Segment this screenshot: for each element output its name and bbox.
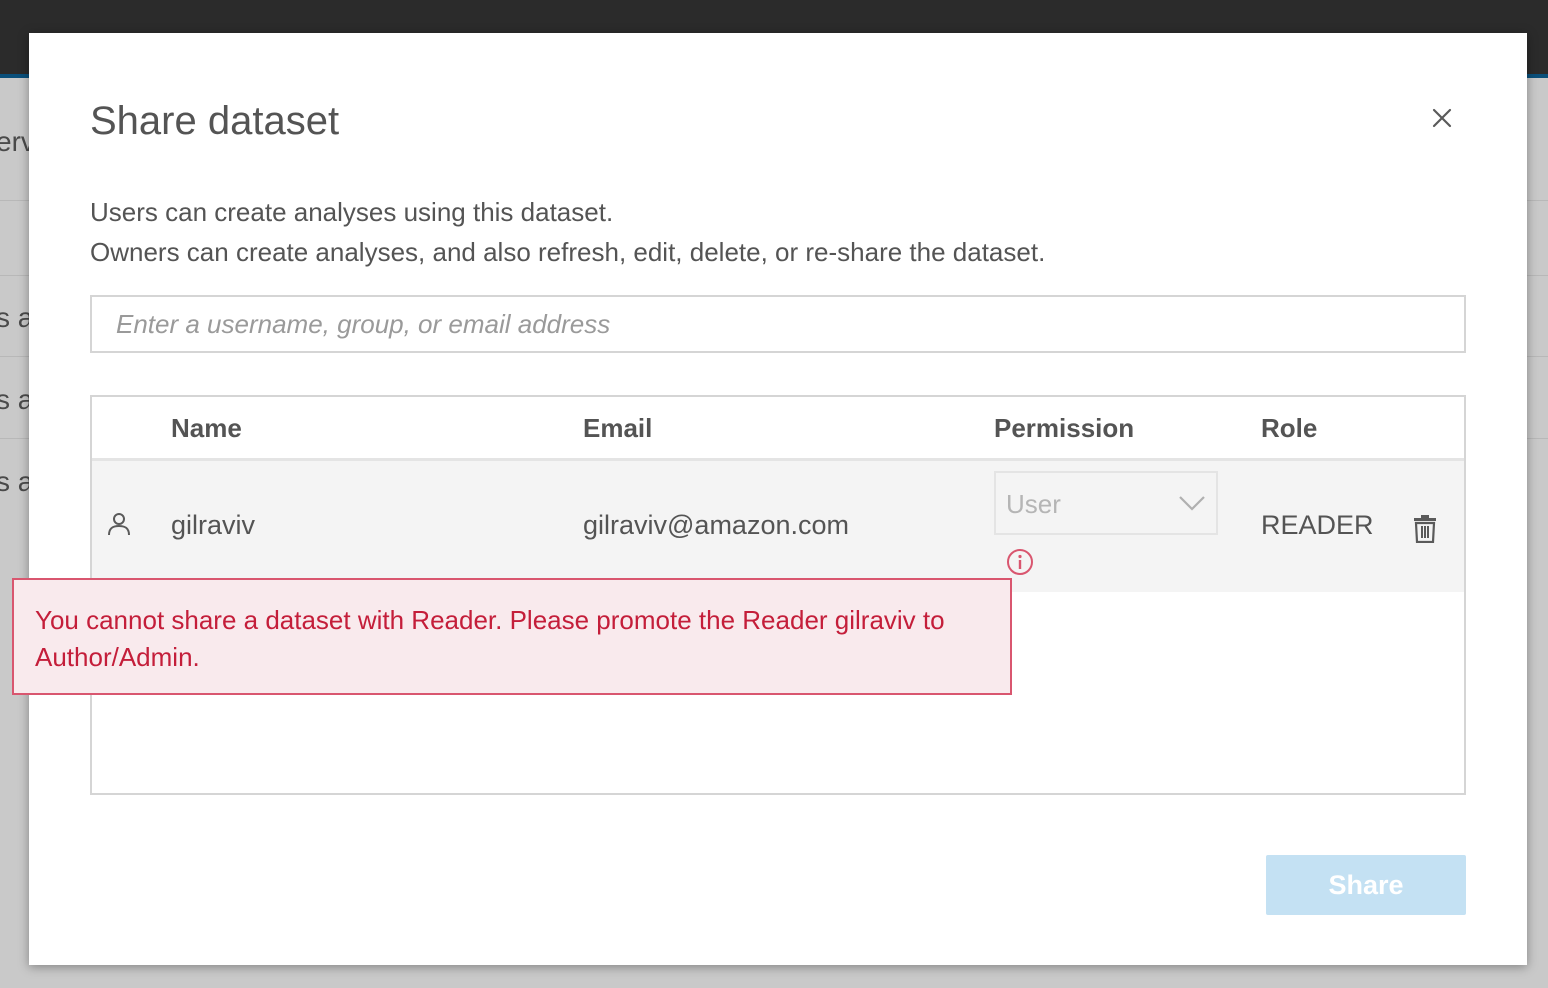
row-role: READER: [1261, 510, 1374, 540]
dialog-description-line: Owners can create analyses, and also ref…: [90, 237, 1046, 267]
trash-icon[interactable]: [1412, 513, 1438, 543]
permission-select-value: User: [1006, 489, 1061, 519]
permission-select[interactable]: User: [994, 471, 1218, 535]
user-icon: [108, 513, 130, 536]
close-icon: [1432, 108, 1452, 128]
row-email: gilraviv@amazon.com: [583, 510, 849, 540]
table-row: gilraviv gilraviv@amazon.com User READER: [92, 461, 1464, 592]
share-button[interactable]: Share: [1266, 855, 1466, 915]
column-header-email: Email: [583, 413, 653, 443]
info-icon[interactable]: [1006, 548, 1034, 576]
share-dataset-dialog: Share dataset Users can create analyses …: [29, 33, 1527, 965]
dialog-title: Share dataset: [90, 99, 340, 143]
user-search-input[interactable]: [90, 295, 1466, 353]
chevron-down-icon: [1179, 496, 1205, 511]
dialog-description-line: Users can create analyses using this dat…: [90, 197, 614, 227]
close-button[interactable]: [1427, 103, 1457, 133]
column-header-role: Role: [1261, 413, 1318, 443]
column-header-permission: Permission: [994, 413, 1135, 443]
column-header-name: Name: [171, 413, 242, 443]
error-tooltip: You cannot share a dataset with Reader. …: [12, 578, 1012, 695]
row-name: gilraviv: [171, 510, 256, 540]
